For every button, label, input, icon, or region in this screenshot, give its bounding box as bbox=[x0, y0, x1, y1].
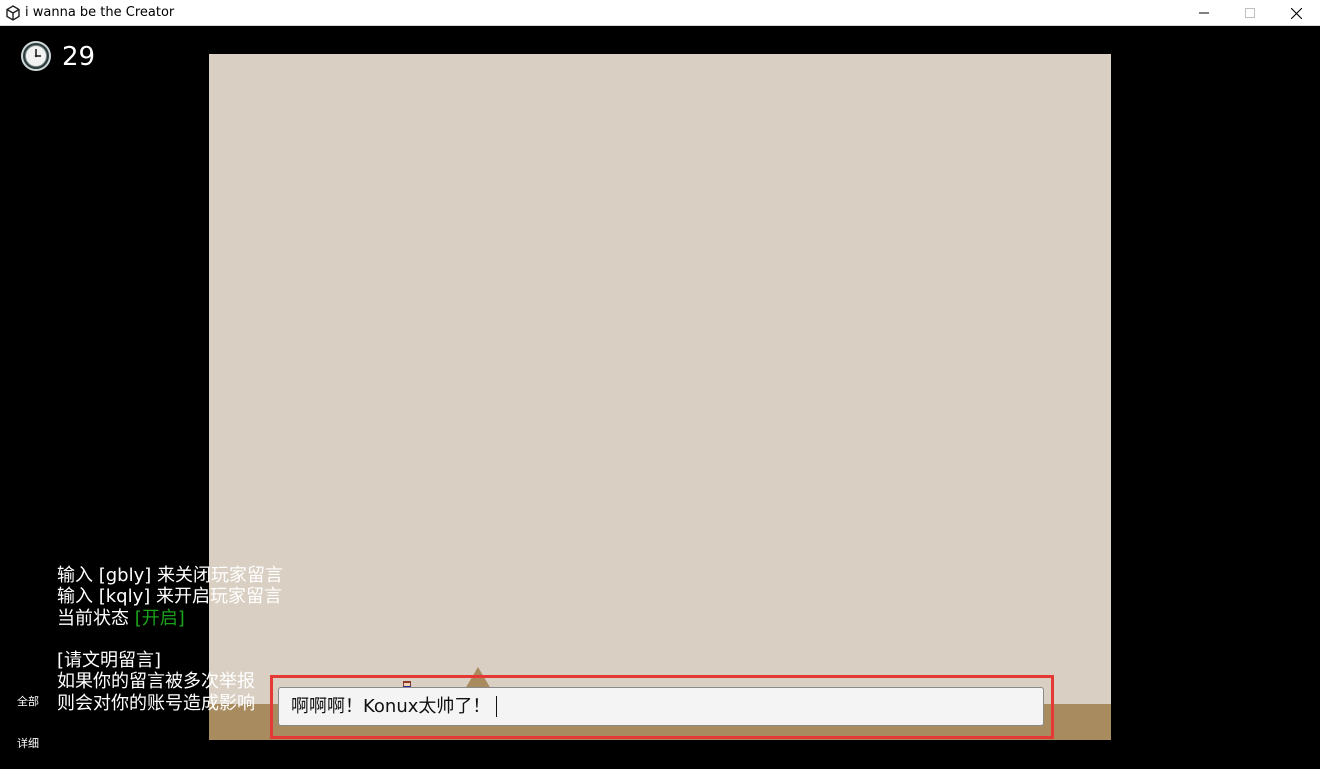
status-label: 当前状态 bbox=[57, 607, 135, 629]
minimize-button[interactable] bbox=[1181, 0, 1227, 26]
chat-info-line-enable: 输入 [kqly] 来开启玩家留言 bbox=[57, 586, 282, 608]
chat-info-blank bbox=[57, 629, 283, 650]
chat-info-line-civil: [请文明留言] bbox=[57, 650, 162, 672]
tab-detail[interactable]: 详细 bbox=[17, 735, 39, 751]
status-badge: [开启] bbox=[134, 607, 185, 629]
clock-icon bbox=[21, 41, 51, 71]
maximize-icon bbox=[1245, 8, 1255, 18]
chat-info-line-disable: 输入 [gbly] 来关闭玩家留言 bbox=[57, 565, 283, 586]
unity-app-icon bbox=[6, 5, 20, 21]
chat-message-input[interactable]: 啊啊啊！Konux太帅了！ bbox=[278, 687, 1044, 726]
game-viewport[interactable] bbox=[209, 54, 1111, 740]
chat-info-line-status: 当前状态 [开启] bbox=[57, 608, 283, 629]
close-button[interactable] bbox=[1273, 0, 1319, 26]
maximize-button[interactable] bbox=[1227, 0, 1273, 26]
chat-input-text: 啊啊啊！Konux太帅了！ bbox=[291, 696, 491, 717]
window-titlebar: i wanna be the Creator bbox=[0, 0, 1320, 26]
chat-info-panel: 输入 [gbly] 来关闭玩家留言 输入 [kqly] 来开启玩家留言 当前状态… bbox=[57, 565, 283, 714]
close-icon bbox=[1290, 7, 1302, 19]
window-title: i wanna be the Creator bbox=[25, 5, 175, 20]
minimize-icon bbox=[1199, 12, 1209, 14]
chat-info-line-impact: 则会对你的账号造成影响 bbox=[57, 692, 255, 714]
text-caret bbox=[496, 696, 498, 717]
chat-info-line-report: 如果你的留言被多次举报 bbox=[57, 671, 255, 693]
timer-value: 29 bbox=[62, 42, 96, 72]
tab-all[interactable]: 全部 bbox=[17, 693, 39, 709]
